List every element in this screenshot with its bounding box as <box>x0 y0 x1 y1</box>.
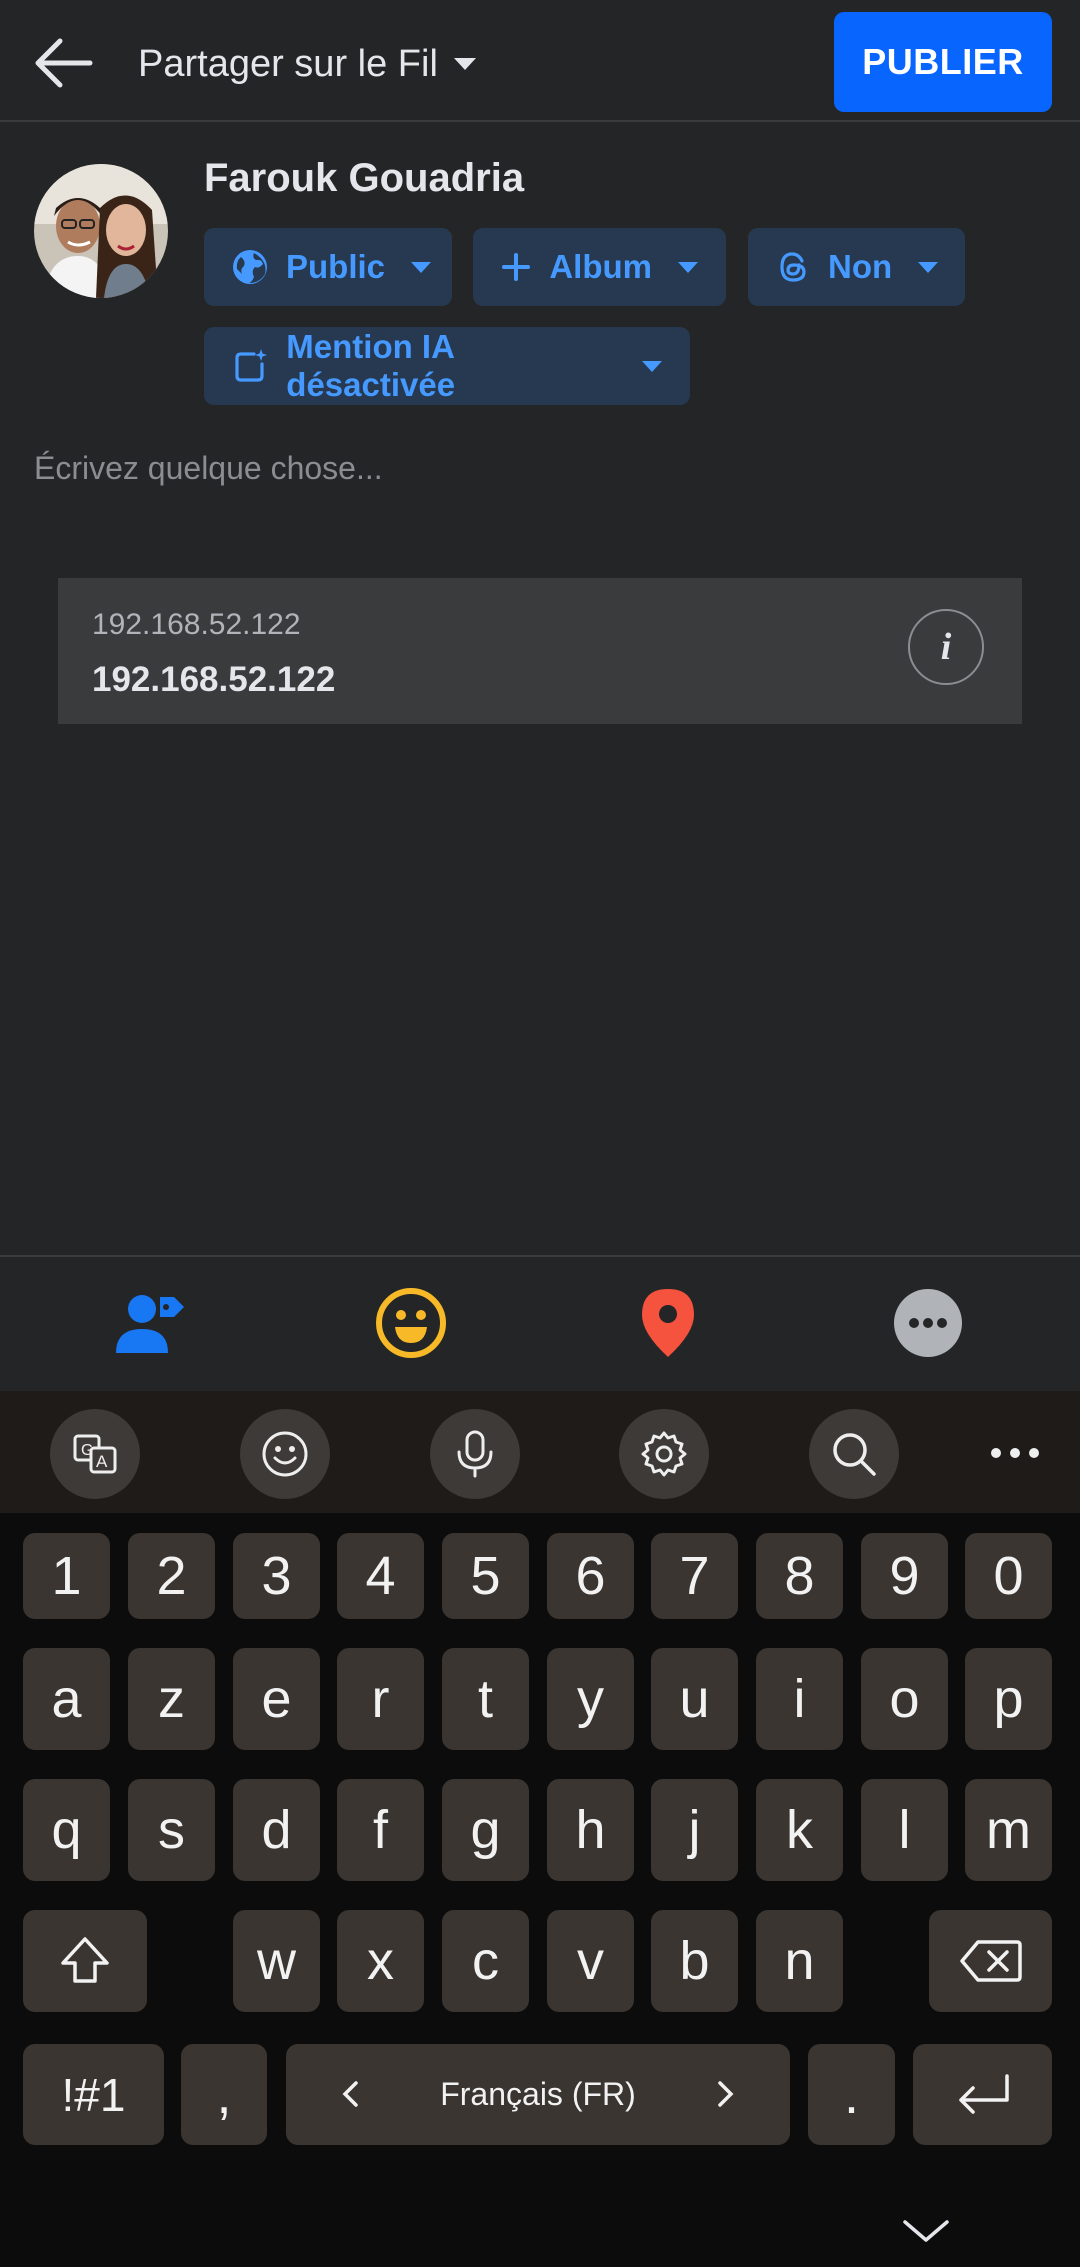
key-t[interactable]: t <box>442 1648 529 1750</box>
plus-icon <box>501 248 531 286</box>
threads-label: Non <box>828 248 893 285</box>
location-icon[interactable] <box>628 1283 708 1363</box>
key-u[interactable]: u <box>651 1648 738 1750</box>
keyboard-toolbar: GA <box>0 1391 1080 1513</box>
enter-icon <box>958 2073 1009 2114</box>
key-0[interactable]: 0 <box>965 1533 1052 1619</box>
chevron-down-icon <box>918 261 939 273</box>
key-g[interactable]: g <box>442 1779 529 1881</box>
post-actions-bar <box>0 1255 1080 1391</box>
backspace-key[interactable] <box>929 1910 1052 2012</box>
key-1[interactable]: 1 <box>23 1533 110 1619</box>
key-i[interactable]: i <box>756 1648 843 1750</box>
keyboard: GA 1 2 3 4 5 6 7 8 9 0 a z e r t y u i o… <box>0 1391 1080 2267</box>
chevron-right-icon <box>718 2081 734 2107</box>
key-7[interactable]: 7 <box>651 1533 738 1619</box>
key-p[interactable]: p <box>965 1648 1052 1750</box>
key-e[interactable]: e <box>233 1648 320 1750</box>
shift-icon <box>61 1937 109 1983</box>
key-2[interactable]: 2 <box>128 1533 215 1619</box>
search-icon[interactable] <box>809 1409 899 1499</box>
album-dropdown[interactable]: Album <box>473 228 726 306</box>
comma-key[interactable]: , <box>181 2044 267 2145</box>
svg-text:A: A <box>96 1452 108 1471</box>
settings-icon[interactable] <box>619 1409 709 1499</box>
key-9[interactable]: 9 <box>861 1533 948 1619</box>
key-h[interactable]: h <box>547 1779 634 1881</box>
key-y[interactable]: y <box>547 1648 634 1750</box>
period-key[interactable]: . <box>808 2044 895 2145</box>
threads-dropdown[interactable]: Non <box>748 228 965 306</box>
info-icon[interactable]: i <box>908 609 984 685</box>
chevron-down-icon <box>411 261 432 273</box>
backspace-icon <box>959 1940 1022 1982</box>
audience-label: Public <box>286 248 386 285</box>
publish-button[interactable]: PUBLIER <box>834 12 1052 112</box>
key-v[interactable]: v <box>547 1910 634 2012</box>
feeling-icon[interactable] <box>371 1283 451 1363</box>
ai-label-text: Mention IA désactivée <box>286 328 456 403</box>
share-target-label: Partager sur le Fil <box>138 42 438 85</box>
link-preview-card[interactable]: 192.168.52.122 192.168.52.122 i <box>58 578 1022 724</box>
more-icon[interactable] <box>888 1283 968 1363</box>
key-r[interactable]: r <box>337 1648 424 1750</box>
key-c[interactable]: c <box>442 1910 529 2012</box>
key-3[interactable]: 3 <box>233 1533 320 1619</box>
emoji-icon[interactable] <box>240 1409 330 1499</box>
avatar <box>34 164 168 298</box>
link-domain: 192.168.52.122 <box>92 608 301 641</box>
top-bar: Partager sur le Fil PUBLIER <box>0 0 1080 122</box>
ai-label-dropdown[interactable]: Mention IA désactivée <box>204 327 690 405</box>
chevron-left-icon <box>342 2081 358 2107</box>
key-4[interactable]: 4 <box>337 1533 424 1619</box>
back-arrow-icon[interactable] <box>30 30 96 96</box>
key-j[interactable]: j <box>651 1779 738 1881</box>
key-5[interactable]: 5 <box>442 1533 529 1619</box>
share-target-dropdown[interactable]: Partager sur le Fil <box>138 36 476 92</box>
translate-icon[interactable]: GA <box>50 1409 140 1499</box>
key-8[interactable]: 8 <box>756 1533 843 1619</box>
chevron-down-icon <box>642 360 662 372</box>
ai-label-icon <box>232 347 268 385</box>
key-s[interactable]: s <box>128 1779 215 1881</box>
key-q[interactable]: q <box>23 1779 110 1881</box>
chevron-down-icon <box>453 58 476 70</box>
audience-dropdown[interactable]: Public <box>204 228 452 306</box>
shift-key[interactable] <box>23 1910 147 2012</box>
key-m[interactable]: m <box>965 1779 1052 1881</box>
globe-icon <box>232 248 268 286</box>
key-l[interactable]: l <box>861 1779 948 1881</box>
enter-key[interactable] <box>913 2044 1052 2145</box>
hide-keyboard-icon[interactable] <box>896 2213 956 2249</box>
tag-people-icon[interactable] <box>110 1283 190 1363</box>
space-key[interactable]: Français (FR) <box>286 2044 790 2145</box>
mic-icon[interactable] <box>430 1409 520 1499</box>
link-title: 192.168.52.122 <box>92 660 336 699</box>
symbols-key[interactable]: !#1 <box>23 2044 164 2145</box>
key-6[interactable]: 6 <box>547 1533 634 1619</box>
album-label: Album <box>549 248 652 285</box>
key-o[interactable]: o <box>861 1648 948 1750</box>
post-text-input[interactable]: Écrivez quelque chose... <box>34 450 383 487</box>
key-d[interactable]: d <box>233 1779 320 1881</box>
key-n[interactable]: n <box>756 1910 843 2012</box>
more-icon[interactable] <box>980 1431 1050 1475</box>
chevron-down-icon <box>678 261 698 273</box>
user-name: Farouk Gouadria <box>204 156 525 200</box>
key-z[interactable]: z <box>128 1648 215 1750</box>
threads-icon <box>776 248 810 286</box>
key-a[interactable]: a <box>23 1648 110 1750</box>
key-b[interactable]: b <box>651 1910 738 2012</box>
key-x[interactable]: x <box>337 1910 424 2012</box>
key-k[interactable]: k <box>756 1779 843 1881</box>
key-w[interactable]: w <box>233 1910 320 2012</box>
key-f[interactable]: f <box>337 1779 424 1881</box>
space-language-label: Français (FR) <box>440 2076 636 2112</box>
